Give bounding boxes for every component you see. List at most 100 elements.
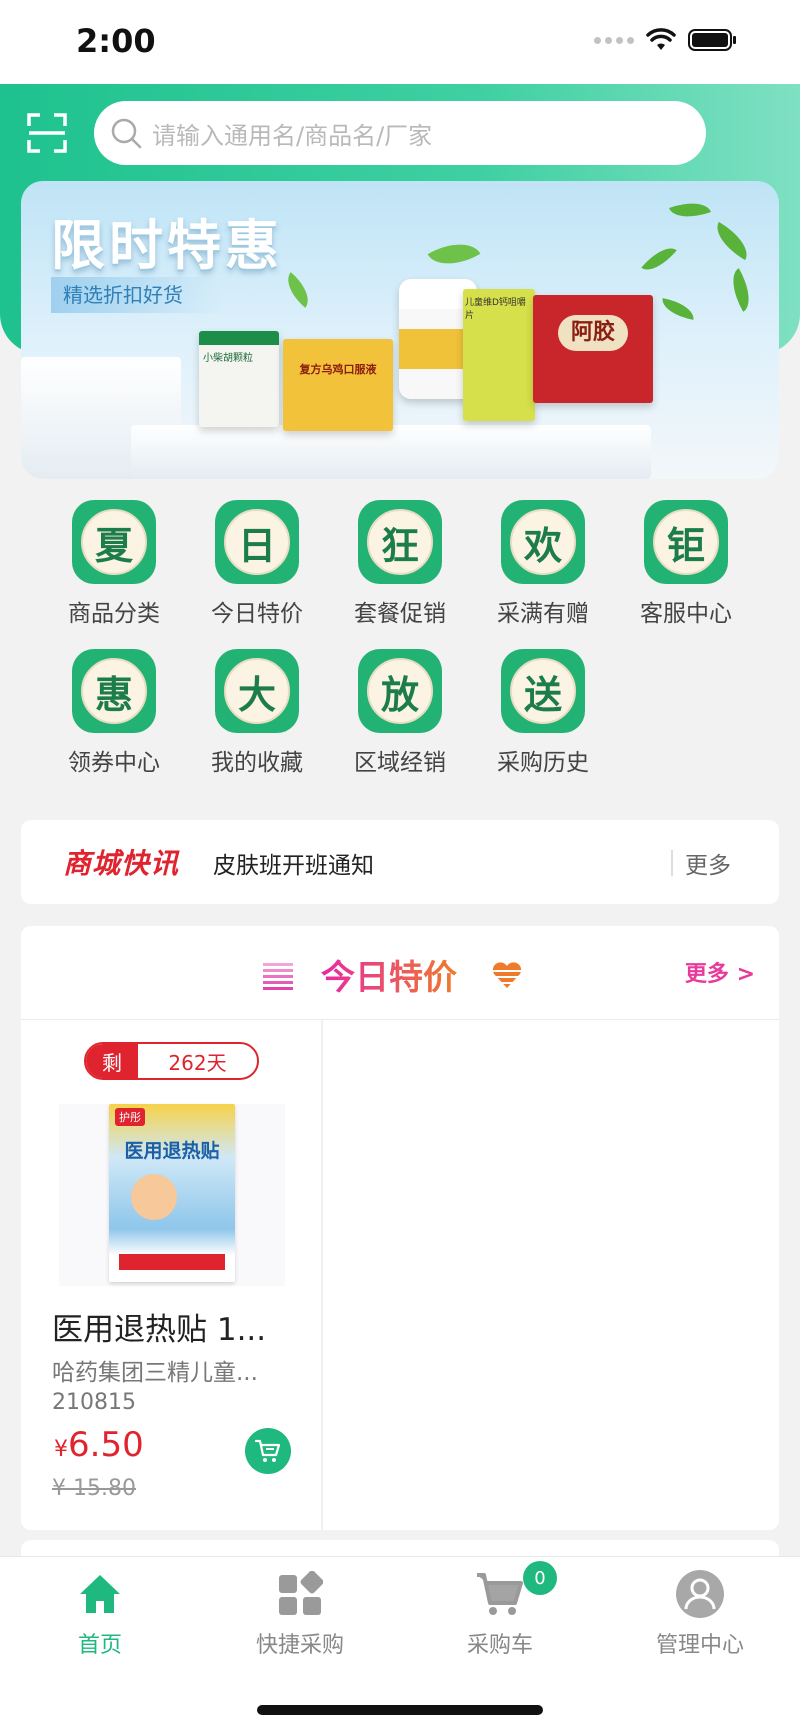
banner-box-xiaochaihu: 小柴胡颗粒 [199, 331, 279, 427]
signal-icon [594, 36, 634, 44]
menu-item-favorites[interactable]: 大 我的收藏 [197, 649, 317, 777]
menu-glyph: 大 [224, 658, 290, 724]
home-icon [73, 1567, 127, 1621]
menu-item-service[interactable]: 钜 客服中心 [626, 500, 746, 628]
wifi-icon [646, 28, 676, 50]
home-indicator [257, 1705, 543, 1715]
menu-glyph: 送 [510, 658, 576, 724]
product-image[interactable]: 护彤 医用退热贴 [59, 1104, 285, 1286]
menu-item-history[interactable]: 送 采购历史 [483, 649, 603, 777]
add-to-cart-button[interactable] [245, 1428, 291, 1474]
tab-label: 快捷采购 [255, 1633, 344, 1658]
product-name[interactable]: 医用退热贴 1... [52, 1304, 292, 1349]
box-label: 儿童维D钙咀嚼片 [465, 298, 526, 321]
banner-box-vitd: 儿童维D钙咀嚼片 [463, 289, 535, 421]
menu-item-category[interactable]: 夏 商品分类 [54, 500, 174, 628]
menu-glyph: 钜 [653, 509, 719, 575]
menu-label: 采购历史 [497, 750, 589, 776]
box-label: 阿胶 [558, 315, 628, 351]
user-icon [673, 1567, 727, 1621]
menu-item-today-special[interactable]: 日 今日特价 [197, 500, 317, 628]
menu-item-gift[interactable]: 欢 采满有赠 [483, 500, 603, 628]
scan-icon [27, 113, 67, 153]
menu-glyph: 惠 [81, 658, 147, 724]
menu-icon: 送 [501, 649, 585, 733]
menu-glyph: 日 [224, 509, 290, 575]
menu-label: 采满有赠 [497, 601, 589, 627]
today-special-section: 今日特价 更多 > 剩 262天 护彤 医用退热贴 医用退热贴 1... 哈药集… [21, 926, 779, 1530]
menu-label: 套餐促销 [354, 601, 446, 627]
menu-label: 客服中心 [640, 601, 732, 627]
tab-cart[interactable]: 0 采购车 [420, 1561, 580, 1659]
tab-label: 首页 [77, 1633, 122, 1658]
news-brand: 商城快讯 [63, 847, 180, 880]
status-icons [594, 28, 738, 52]
grid-icon [273, 1567, 327, 1621]
search-icon [111, 118, 142, 149]
menu-icon: 日 [215, 500, 299, 584]
image-title: 医用退热贴 [124, 1140, 220, 1162]
menu-label: 今日特价 [211, 601, 303, 627]
banner-subtitle: 精选折扣好货 [51, 277, 221, 313]
status-bar: 2:00 [0, 0, 800, 84]
menu-label: 区域经销 [354, 750, 446, 776]
product-card[interactable]: 剩 262天 护彤 医用退热贴 医用退热贴 1... 哈药集团三精儿童... 2… [21, 1020, 321, 1530]
remaining-label: 剩 [86, 1044, 138, 1078]
search-input[interactable]: 请输入通用名/商品名/厂家 [94, 101, 706, 165]
menu-glyph: 欢 [510, 509, 576, 575]
price-currency: ¥ [54, 1437, 68, 1462]
tab-quick-purchase[interactable]: 快捷采购 [220, 1567, 380, 1659]
menu-item-package[interactable]: 狂 套餐促销 [340, 500, 460, 628]
menu-icon: 惠 [72, 649, 156, 733]
menu-icon: 大 [215, 649, 299, 733]
tab-label: 采购车 [466, 1633, 533, 1658]
box-label: 复方乌鸡口服液 [299, 363, 377, 376]
menu-icon: 狂 [358, 500, 442, 584]
banner-title: 限时特惠 [51, 214, 283, 277]
product-price: ¥6.50 [54, 1425, 144, 1465]
menu-glyph: 狂 [367, 509, 433, 575]
special-title: 今日特价 [321, 950, 457, 999]
news-more-link[interactable]: 更多 [685, 846, 731, 880]
column-divider [321, 1020, 323, 1530]
product-batch: 210815 [52, 1390, 136, 1415]
menu-label: 商品分类 [68, 601, 160, 627]
search-placeholder: 请输入通用名/商品名/厂家 [152, 121, 433, 150]
menu-icon: 夏 [72, 500, 156, 584]
image-brand: 护彤 [115, 1108, 145, 1126]
menu-label: 领券中心 [68, 750, 160, 776]
price-value: 6.50 [68, 1425, 144, 1465]
menu-item-region[interactable]: 放 区域经销 [340, 649, 460, 777]
menu-glyph: 放 [367, 658, 433, 724]
heart-icon [491, 962, 523, 988]
stripes-icon [263, 963, 293, 990]
menu-glyph: 夏 [81, 509, 147, 575]
cart-count-badge: 0 [523, 1561, 557, 1595]
banner-box-wuji: 复方乌鸡口服液 [283, 339, 393, 431]
special-header: 今日特价 更多 > [21, 926, 779, 1020]
remaining-days: 262天 [168, 1050, 227, 1075]
scan-button[interactable] [26, 112, 68, 154]
original-price: ¥ 15.80 [52, 1476, 136, 1501]
menu-icon: 放 [358, 649, 442, 733]
news-ticker[interactable]: 商城快讯 皮肤班开班通知 更多 [21, 820, 779, 904]
tab-management[interactable]: 管理中心 [620, 1567, 780, 1659]
cart-icon: 0 [473, 1561, 557, 1621]
box-label: 小柴胡颗粒 [203, 353, 253, 364]
news-divider [671, 850, 673, 876]
tab-label: 管理中心 [655, 1633, 744, 1658]
battery-icon [688, 29, 736, 51]
menu-icon: 欢 [501, 500, 585, 584]
menu-icon: 钜 [644, 500, 728, 584]
banner-box-ejiao: 阿胶 [533, 295, 653, 403]
menu-label: 我的收藏 [211, 750, 303, 776]
status-time: 2:00 [76, 22, 156, 60]
menu-item-coupon[interactable]: 惠 领券中心 [54, 649, 174, 777]
remaining-days-badge: 剩 262天 [84, 1042, 259, 1080]
product-maker: 哈药集团三精儿童... [52, 1360, 258, 1386]
news-text[interactable]: 皮肤班开班通知 [213, 846, 374, 880]
promo-banner[interactable]: 限时特惠 精选折扣好货 小柴胡颗粒 复方乌鸡口服液 儿童维D钙咀嚼片 阿胶 [21, 181, 779, 479]
tab-bar: 首页 快捷采购 0 采购车 管理中心 [0, 1556, 800, 1731]
tab-home[interactable]: 首页 [20, 1567, 180, 1659]
special-more-link[interactable]: 更多 > [685, 956, 755, 988]
